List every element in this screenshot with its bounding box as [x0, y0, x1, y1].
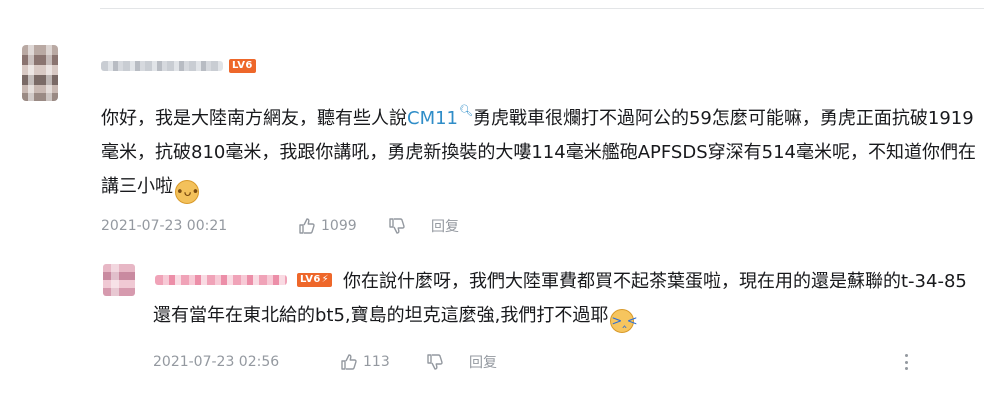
- reply-button[interactable]: 回复: [469, 352, 497, 372]
- reply-text: 你在說什麼呀，我們大陸軍費都買不起茶葉蛋啦，現在用的還是蘇聯的t-34-85 還…: [153, 265, 983, 333]
- more-options-icon[interactable]: [900, 353, 912, 371]
- search-keyword-link[interactable]: CM11🔍︎: [407, 104, 473, 129]
- reply-dislike-button[interactable]: [425, 352, 469, 372]
- reply-like-count: 113: [363, 354, 390, 370]
- level-badge: LV6: [229, 59, 256, 73]
- comment-text: 你好，我是大陸南方網友，聽有些人說CM11🔍︎勇虎戰車很爛打不過阿公的59怎麼可…: [101, 94, 981, 204]
- like-button[interactable]: 1099: [297, 216, 381, 236]
- search-keyword-text[interactable]: CM11: [407, 108, 458, 129]
- reply-time: 2021-07-23 02:56: [153, 354, 280, 370]
- thumb-up-icon[interactable]: [339, 352, 359, 372]
- thumb-down-icon[interactable]: [387, 216, 407, 236]
- comment-meta: 2021-07-23 00:21 1099 回复: [101, 214, 459, 238]
- reply-avatar[interactable]: [103, 264, 135, 296]
- reply-text-content: 你在說什麼呀，我們大陸軍費都買不起茶葉蛋啦，現在用的還是蘇聯的t-34-85 還…: [153, 271, 967, 326]
- search-icon[interactable]: 🔍︎: [459, 104, 473, 117]
- avatar[interactable]: [22, 45, 58, 101]
- reply-button[interactable]: 回复: [431, 216, 459, 236]
- comment-text-part: 你好，我是大陸南方網友，聽有些人說: [101, 108, 407, 129]
- thumb-up-icon[interactable]: [297, 216, 317, 236]
- reply-meta: 2021-07-23 02:56 113 回复: [153, 350, 497, 374]
- crying-emoji-icon: >‸<: [610, 309, 638, 333]
- dislike-button[interactable]: [387, 216, 431, 236]
- username-blurred[interactable]: [101, 61, 223, 71]
- comment-time: 2021-07-23 00:21: [101, 218, 228, 234]
- top-divider: [100, 8, 984, 9]
- thumb-down-icon[interactable]: [425, 352, 445, 372]
- doge-emoji-icon: •ᴗ•: [175, 180, 199, 204]
- reply-like-button[interactable]: 113: [339, 352, 419, 372]
- like-count: 1099: [321, 218, 357, 234]
